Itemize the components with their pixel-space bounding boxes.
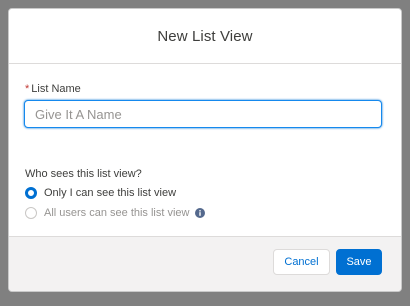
dialog-footer: Cancel Save — [9, 236, 401, 291]
required-indicator: * — [25, 83, 30, 95]
radio-option-all-users[interactable]: All users can see this list view — [25, 207, 205, 219]
dialog-header: New List View — [9, 9, 401, 64]
radio-option-label: Only I can see this list view — [44, 187, 177, 199]
visibility-legend: Who sees this list view? — [25, 168, 142, 180]
radio-option-label: All users can see this list view — [44, 207, 190, 219]
list-name-input[interactable] — [24, 100, 382, 128]
list-name-label-text: List Name — [31, 83, 81, 95]
radio-option-only-me[interactable]: Only I can see this list view — [25, 187, 176, 199]
radio-button-checked[interactable] — [25, 187, 37, 199]
dialog-title: New List View — [157, 27, 253, 45]
dialog-body: *List Name Who sees this list view? Only… — [9, 64, 401, 236]
new-list-view-dialog: New List View *List Name Who sees this l… — [8, 8, 402, 292]
cancel-button[interactable]: Cancel — [273, 249, 330, 275]
radio-button-unchecked[interactable] — [25, 207, 37, 219]
info-circle-icon[interactable] — [194, 208, 205, 218]
save-button[interactable]: Save — [336, 249, 382, 275]
modal-backdrop: New List View *List Name Who sees this l… — [0, 0, 410, 306]
list-name-label: * List Name — [25, 83, 81, 95]
